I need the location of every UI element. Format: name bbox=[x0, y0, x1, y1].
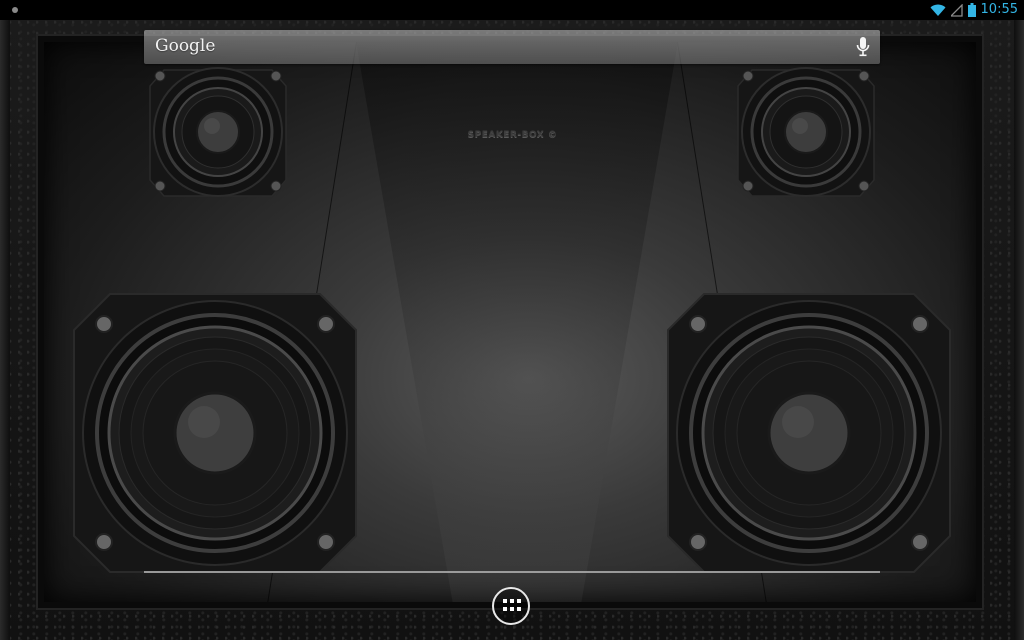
signal-icon bbox=[950, 3, 963, 17]
all-apps-icon bbox=[503, 599, 521, 613]
search-label: Google bbox=[155, 36, 216, 56]
wallpaper-rail-left bbox=[0, 20, 10, 640]
speaker-tweeter-right bbox=[734, 62, 878, 204]
all-apps-button[interactable] bbox=[492, 587, 530, 625]
status-bar[interactable]: 10:55 bbox=[0, 0, 1024, 20]
mic-icon[interactable] bbox=[856, 37, 870, 57]
notification-icon bbox=[12, 7, 18, 13]
wifi-icon bbox=[930, 4, 946, 16]
google-search-bar[interactable]: Google bbox=[144, 30, 880, 64]
wallpaper-brand-text: SPEAKER-BOX © bbox=[467, 130, 558, 140]
speaker-woofer-left bbox=[70, 290, 360, 576]
home-screen: SPEAKER-BOX © 10:55 Google bbox=[0, 0, 1024, 640]
clock: 10:55 bbox=[980, 2, 1018, 17]
battery-icon bbox=[967, 3, 976, 17]
speaker-tweeter-left bbox=[146, 62, 290, 204]
dock-divider bbox=[144, 571, 880, 573]
speaker-woofer-right bbox=[664, 290, 954, 576]
wallpaper-rail-right bbox=[1014, 20, 1024, 640]
status-icons: 10:55 bbox=[930, 2, 1018, 18]
